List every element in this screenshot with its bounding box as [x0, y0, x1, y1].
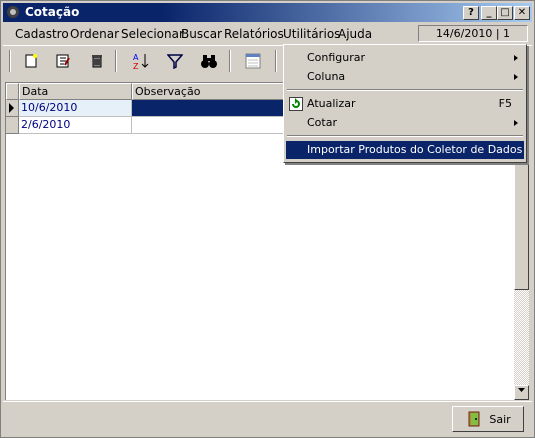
menu-bar: Cadastro Ordenar Selecionar Buscar Relat… — [3, 24, 532, 44]
submenu-arrow-icon — [514, 74, 518, 80]
menu-item-cotar[interactable]: Cotar — [286, 114, 524, 132]
new-button[interactable] — [19, 50, 43, 72]
menu-ordenar[interactable]: Ordenar — [70, 27, 119, 41]
menu-item-label: Configurar — [307, 51, 366, 64]
menu-item-configurar[interactable]: Configurar — [286, 49, 524, 67]
row-indicator[interactable] — [6, 117, 19, 134]
scroll-down-button[interactable] — [514, 385, 529, 400]
menu-item-coluna[interactable]: Coluna — [286, 68, 524, 86]
menu-cadastro[interactable]: Cadastro — [15, 27, 69, 41]
submenu-arrow-icon — [514, 120, 518, 126]
footer-bar: Sair — [3, 401, 532, 438]
filter-icon — [167, 54, 183, 69]
menu-ajuda[interactable]: Ajuda — [338, 27, 372, 41]
menu-separator — [287, 89, 523, 91]
sort-az-icon: AZ — [133, 53, 149, 70]
toolbar-grip — [9, 50, 11, 72]
close-button[interactable]: ✕ — [514, 6, 530, 20]
trash-icon — [92, 55, 102, 68]
new-icon — [25, 54, 37, 68]
column-header-data[interactable]: Data — [19, 83, 132, 100]
help-button[interactable]: ? — [463, 6, 479, 20]
layout-button[interactable] — [241, 50, 265, 72]
minimize-button[interactable]: _ — [481, 6, 497, 20]
menu-item-label: Cotar — [307, 116, 337, 129]
refresh-icon — [289, 97, 303, 111]
edit-icon — [56, 54, 70, 68]
menu-utilitarios[interactable]: Utilitários — [283, 27, 340, 41]
svg-text:A: A — [133, 53, 139, 62]
title-bar[interactable]: Cotação ? _ □ ✕ — [3, 3, 532, 22]
exit-button-label: Sair — [489, 412, 511, 426]
arrow-down-icon — [518, 388, 525, 392]
app-window: Cotação ? _ □ ✕ Cadastro Ordenar Selecio… — [0, 0, 535, 438]
row-indicator-header — [6, 83, 19, 100]
sort-button[interactable]: AZ — [129, 50, 153, 72]
app-icon — [7, 6, 19, 18]
maximize-button[interactable]: □ — [497, 6, 513, 20]
svg-text:Z: Z — [133, 62, 139, 70]
menu-item-label: Coluna — [307, 70, 346, 83]
exit-button[interactable]: Sair — [452, 406, 524, 432]
edit-button[interactable] — [51, 50, 75, 72]
toolbar-separator — [229, 50, 231, 72]
window-title: Cotação — [25, 5, 80, 19]
menu-separator — [287, 135, 523, 137]
menu-selecionar[interactable]: Selecionar — [121, 27, 184, 41]
door-exit-icon — [468, 411, 480, 427]
find-button[interactable] — [197, 50, 221, 72]
menu-item-label: Atualizar — [307, 97, 356, 110]
menu-buscar[interactable]: Buscar — [181, 27, 222, 41]
filter-button[interactable] — [163, 50, 187, 72]
window-layout-icon — [245, 53, 261, 69]
toolbar-separator — [115, 50, 117, 72]
menu-item-atualizar[interactable]: Atualizar F5 — [286, 95, 524, 113]
table-cell-data[interactable]: 10/6/2010 — [19, 100, 132, 117]
toolbar-separator — [275, 50, 277, 72]
menu-item-label: Importar Produtos do Coletor de Dados — [307, 143, 523, 156]
delete-button[interactable] — [85, 50, 109, 72]
menu-relatorios[interactable]: Relatórios — [224, 27, 284, 41]
shortcut-text: F5 — [498, 97, 512, 110]
table-cell-data[interactable]: 2/6/2010 — [19, 117, 132, 134]
current-row-arrow-icon — [9, 103, 14, 113]
binoculars-icon — [201, 55, 217, 68]
row-indicator[interactable] — [6, 100, 19, 117]
date-status: 14/6/2010 | 1 — [418, 25, 528, 42]
submenu-arrow-icon — [514, 55, 518, 61]
utilitarios-dropdown-menu: Configurar Coluna Atualizar F5 Cotar Imp… — [283, 44, 527, 163]
menu-item-importar-produtos[interactable]: Importar Produtos do Coletor de Dados — [286, 141, 524, 159]
